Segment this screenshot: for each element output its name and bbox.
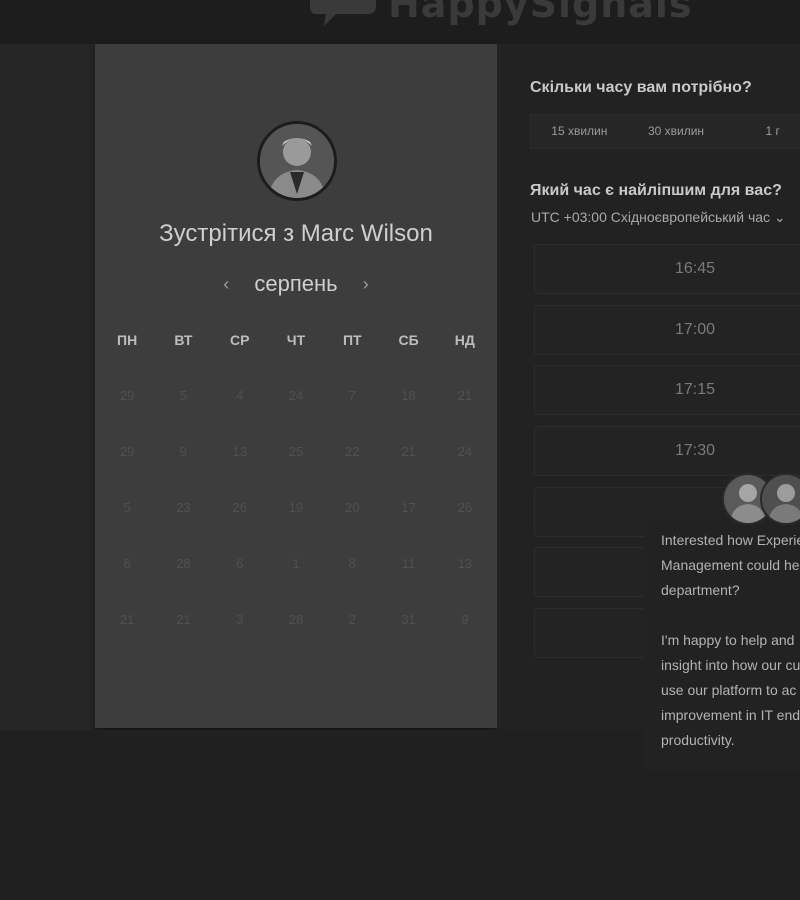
calendar-day: 8 <box>348 556 356 571</box>
chat-message-line: I'm happy to help and <box>661 632 795 648</box>
calendar-day: 5 <box>123 500 131 515</box>
weekday-header-row: ПН ВТ СР ЧТ ПТ СБ НД <box>95 328 497 384</box>
meeting-title: Зустрітися з Marc Wilson <box>159 220 433 247</box>
calendar-day: 3 <box>236 612 244 627</box>
calendar-day: 28 <box>176 556 191 571</box>
person-avatar-icon <box>762 475 800 523</box>
duration-option-60[interactable]: 1 г <box>724 115 800 148</box>
current-month: серпень <box>254 271 338 297</box>
calendar-day: 21 <box>457 388 473 403</box>
calendar-day: 1 <box>292 556 300 571</box>
calendar-day: 31 <box>401 612 416 627</box>
time-slot[interactable]: 17:00 <box>534 305 800 355</box>
duration-question: Скільки часу вам потрібно? <box>530 79 752 96</box>
previous-month-icon[interactable]: ‹ <box>214 274 238 295</box>
calendar-day: 5 <box>179 388 188 403</box>
calendar-day: 17 <box>401 500 416 515</box>
calendar-day: 9 <box>179 444 188 459</box>
calendar-day: 21 <box>119 612 135 627</box>
calendar-day: 18 <box>401 388 416 403</box>
happysignals-logo[interactable]: HappySignals <box>306 0 706 34</box>
chat-message-line: use our platform to ac <box>661 682 797 698</box>
duration-selector: 15 хвилин 30 хвилин 1 г <box>530 114 800 149</box>
timezone-selector[interactable]: UTC +03:00 Східноєвропейський час ⌄ <box>531 209 786 226</box>
calendar-day: 6 <box>236 556 244 571</box>
chat-message-line: productivity. <box>661 732 735 748</box>
calendar-day: 7 <box>348 388 356 403</box>
calendar-day: 21 <box>401 444 416 459</box>
chat-message-line: Interested how Experie <box>661 532 800 548</box>
chat-avatars[interactable] <box>722 473 800 525</box>
next-month-icon[interactable]: › <box>354 274 378 295</box>
duration-option-30[interactable]: 30 хвилин <box>628 115 725 148</box>
calendar-day: 19 <box>288 500 304 515</box>
chat-bubble-logo-icon <box>310 0 376 26</box>
chat-message-line: department? <box>661 582 740 598</box>
calendar-card: Зустрітися з Marc Wilson ‹ серпень › ПН … <box>95 44 497 728</box>
calendar-day: 20 <box>345 500 360 515</box>
chat-message-line: insight into how our cu <box>661 657 800 673</box>
chat-popup[interactable]: Interested how Experie Management could … <box>644 520 800 770</box>
calendar-day: 13 <box>232 444 247 459</box>
calendar-day: 29 <box>119 388 135 403</box>
weekday-thu: ЧТ <box>286 332 306 348</box>
calendar-day: 21 <box>176 612 191 627</box>
calendar-day: 29 <box>119 444 135 459</box>
left-panel <box>0 44 95 730</box>
calendar-week: 21 21 3 28 2 31 9 <box>95 608 497 664</box>
time-slot-label: 17:30 <box>674 442 716 459</box>
calendar-week: 5 23 26 19 20 17 26 <box>95 496 497 552</box>
time-slot[interactable]: 17:30 <box>534 426 800 476</box>
weekday-mon: ПН <box>117 332 138 348</box>
timezone-label: UTC +03:00 Східноєвропейський час <box>531 209 771 225</box>
calendar-day: 9 <box>461 612 469 627</box>
time-slot-label: 17:15 <box>674 381 716 398</box>
calendar-day: 28 <box>288 612 304 627</box>
calendar-week: 29 9 13 25 22 21 24 <box>95 440 497 496</box>
calendar-day: 24 <box>288 388 304 403</box>
time-slot[interactable]: 17:15 <box>534 365 800 415</box>
calendar-day: 26 <box>232 500 247 515</box>
host-avatar <box>257 121 337 201</box>
calendar-week: 6 28 6 1 8 11 13 <box>95 552 497 608</box>
top-bar: HappySignals <box>0 0 800 44</box>
weekday-wed: СР <box>229 332 250 348</box>
time-slot-label: 16:45 <box>674 260 716 277</box>
chat-message-line: Management could he <box>661 557 800 573</box>
calendar-day: 24 <box>457 444 473 459</box>
chat-message-line: improvement in IT end <box>661 707 800 723</box>
duration-option-15[interactable]: 15 хвилин <box>531 115 628 148</box>
calendar-day: 26 <box>457 500 473 515</box>
calendar-day: 13 <box>457 556 473 571</box>
person-avatar-icon <box>260 124 334 198</box>
calendar-day: 4 <box>236 388 244 403</box>
weekday-fri: ПТ <box>342 332 362 348</box>
month-navigation: ‹ серпень › <box>95 270 497 300</box>
calendar-day: 25 <box>288 444 304 459</box>
calendar-day: 2 <box>348 612 356 627</box>
calendar-day: 6 <box>123 556 131 571</box>
calendar-day: 23 <box>176 500 191 515</box>
time-slot[interactable]: 16:45 <box>534 244 800 294</box>
time-question: Який час є найліпшим для вас? <box>530 182 782 199</box>
calendar-day: 11 <box>401 556 416 571</box>
calendar-day: 22 <box>345 444 360 459</box>
calendar-grid: ПН ВТ СР ЧТ ПТ СБ НД 29 5 4 24 7 18 21 2… <box>95 328 497 664</box>
calendar-week: 29 5 4 24 7 18 21 <box>95 384 497 440</box>
weekday-tue: ВТ <box>174 332 193 348</box>
logo-wordmark: HappySignals <box>388 0 693 26</box>
weekday-sat: СБ <box>398 332 419 348</box>
time-slot-label: 17:00 <box>674 321 716 338</box>
weekday-sun: НД <box>454 332 475 348</box>
